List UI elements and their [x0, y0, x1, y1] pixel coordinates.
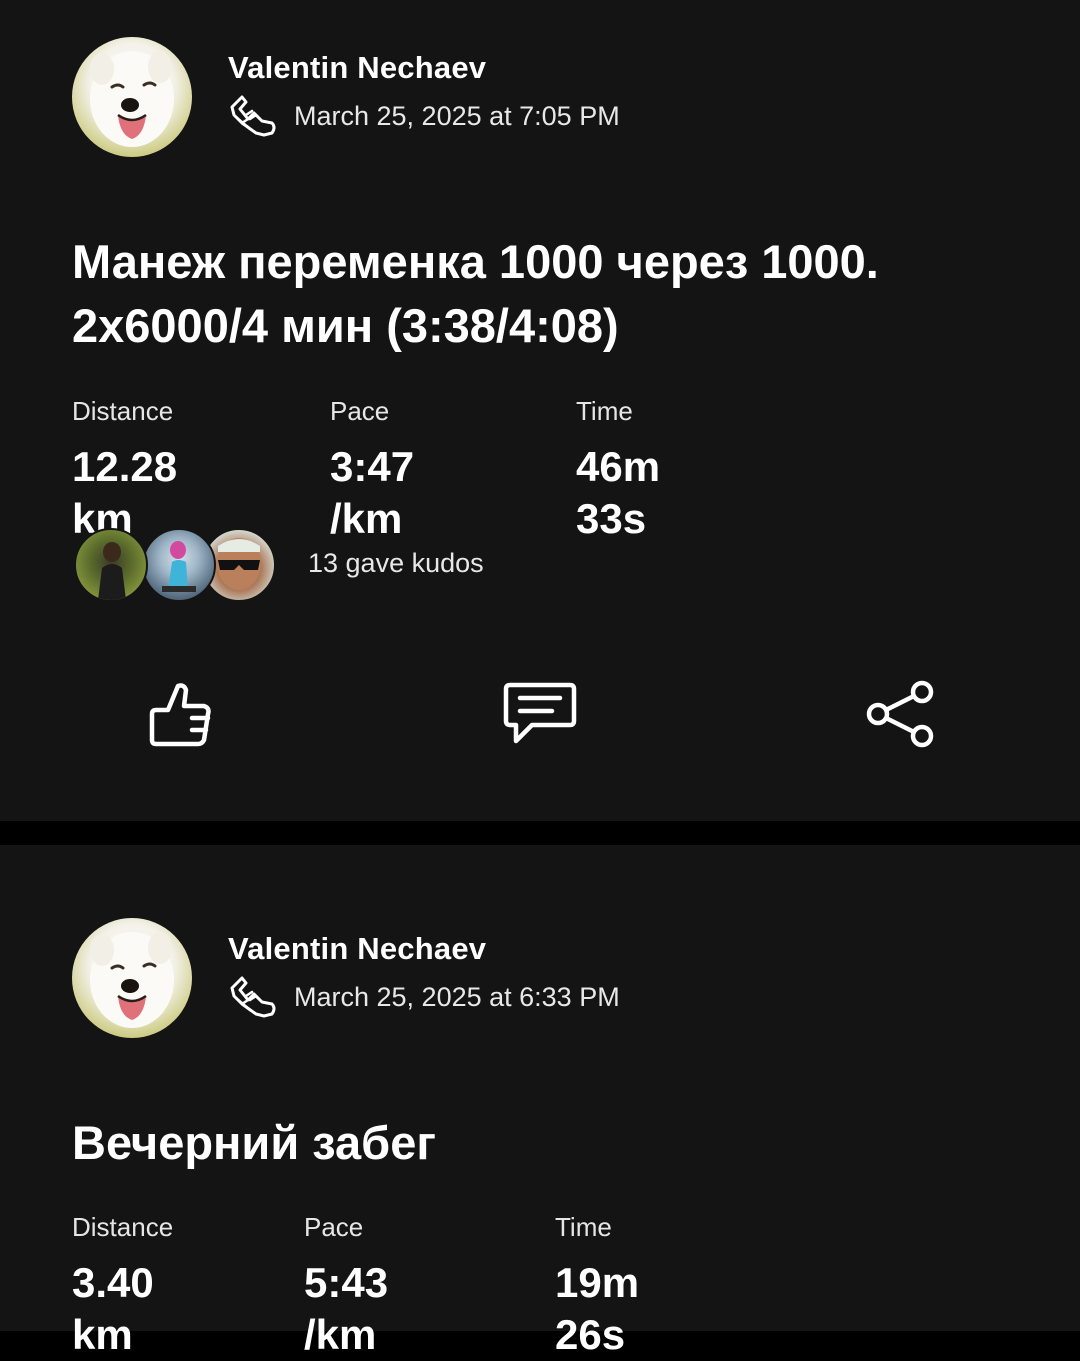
athlete-avatar[interactable] [72, 918, 192, 1038]
thumbs-up-icon [149, 683, 211, 747]
stat-value: 3.40 km [72, 1259, 154, 1358]
stat-label: Time [576, 396, 633, 426]
athlete-name[interactable]: Valentin Nechaev [228, 50, 486, 86]
running-shoe-icon [230, 95, 276, 137]
comment-button[interactable] [498, 672, 582, 756]
stat-value: 19m 26s [555, 1259, 640, 1358]
athlete-name[interactable]: Valentin Nechaev [228, 931, 486, 967]
activity-title[interactable]: Манеж переменка 1000 через 1000. 2х6000/… [72, 230, 1012, 358]
activity-card[interactable]: Valentin Nechaev March 25, 2025 at 6:33 … [0, 845, 1080, 1358]
activity-title[interactable]: Вечерний забег [72, 1111, 1012, 1175]
stat-label: Distance [72, 1212, 174, 1242]
stat-label: Time [555, 1212, 612, 1242]
kudos-count[interactable]: 13 gave kudos [308, 548, 484, 579]
kudos-avatar [74, 528, 148, 602]
stat-label: Distance [72, 396, 174, 426]
dog-avatar-image [90, 51, 174, 147]
share-button[interactable] [858, 672, 942, 756]
stat-pace: Pace 5:43 /km [304, 1211, 388, 1361]
running-shoe-icon [230, 976, 276, 1018]
activity-actions [0, 672, 1080, 756]
kudos-summary[interactable]: 13 gave kudos [74, 526, 674, 602]
athlete-avatar[interactable] [72, 37, 192, 157]
dog-avatar-image [90, 932, 174, 1028]
stat-time: Time 19m 26s [555, 1211, 639, 1361]
stat-label: Pace [304, 1212, 364, 1242]
activity-timestamp: March 25, 2025 at 7:05 PM [294, 100, 620, 131]
stat-label: Pace [330, 396, 390, 426]
activity-card[interactable]: Valentin Nechaev March 25, 2025 at 7:05 … [0, 0, 1080, 821]
share-icon [866, 680, 934, 748]
give-kudos-button[interactable] [138, 672, 222, 756]
stat-time: Time 46m 33s [576, 395, 660, 545]
activity-feed: Valentin Nechaev March 25, 2025 at 7:05 … [0, 0, 1080, 1358]
comment-icon [503, 682, 577, 744]
kudos-avatar [142, 528, 216, 602]
stat-pace: Pace 3:47 /km [330, 395, 414, 545]
activity-meta: March 25, 2025 at 7:05 PM [228, 93, 620, 139]
activity-meta: March 25, 2025 at 6:33 PM [228, 974, 620, 1020]
stat-value: 5:43 /km [304, 1259, 389, 1358]
stat-distance: Distance 3.40 km [72, 1211, 173, 1361]
stat-distance: Distance 12.28 km [72, 395, 177, 545]
activity-timestamp: March 25, 2025 at 6:33 PM [294, 981, 620, 1012]
